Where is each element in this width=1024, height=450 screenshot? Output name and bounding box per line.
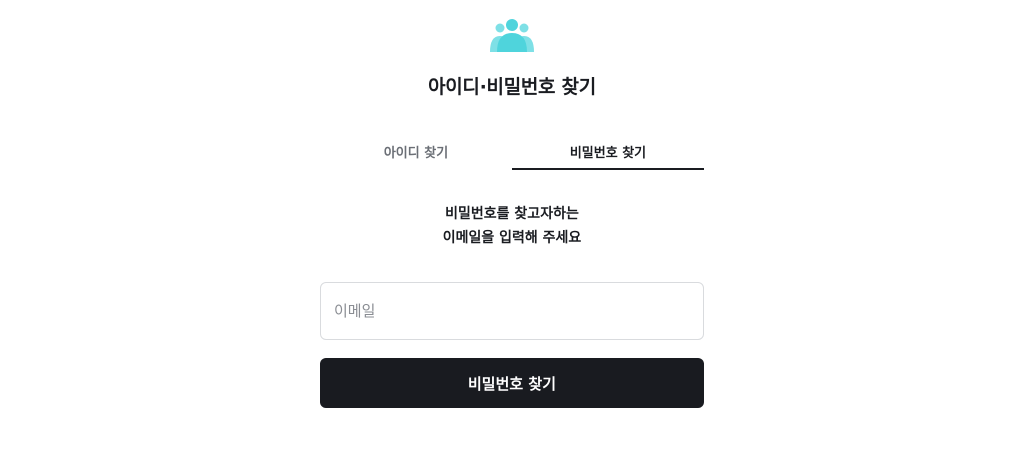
- email-field[interactable]: [320, 282, 704, 340]
- find-tabs: 아이디 찾기 비밀번호 찾기: [320, 136, 704, 170]
- tab-find-password[interactable]: 비밀번호 찾기: [512, 136, 704, 170]
- page-title: 아이디·비밀번호 찾기: [428, 76, 596, 98]
- instruction-line-1: 비밀번호를 찾고자하는: [445, 206, 579, 222]
- find-password-button[interactable]: 비밀번호 찾기: [320, 358, 704, 408]
- tab-find-id[interactable]: 아이디 찾기: [320, 136, 512, 170]
- instruction-line-2: 이메일을 입력해 주세요: [442, 230, 582, 246]
- find-account-page: 아이디·비밀번호 찾기 아이디 찾기 비밀번호 찾기 비밀번호를 찾고자하는 이…: [0, 0, 1024, 450]
- users-group-icon: [490, 19, 534, 52]
- instruction-text: 비밀번호를 찾고자하는 이메일을 입력해 주세요: [0, 202, 1024, 250]
